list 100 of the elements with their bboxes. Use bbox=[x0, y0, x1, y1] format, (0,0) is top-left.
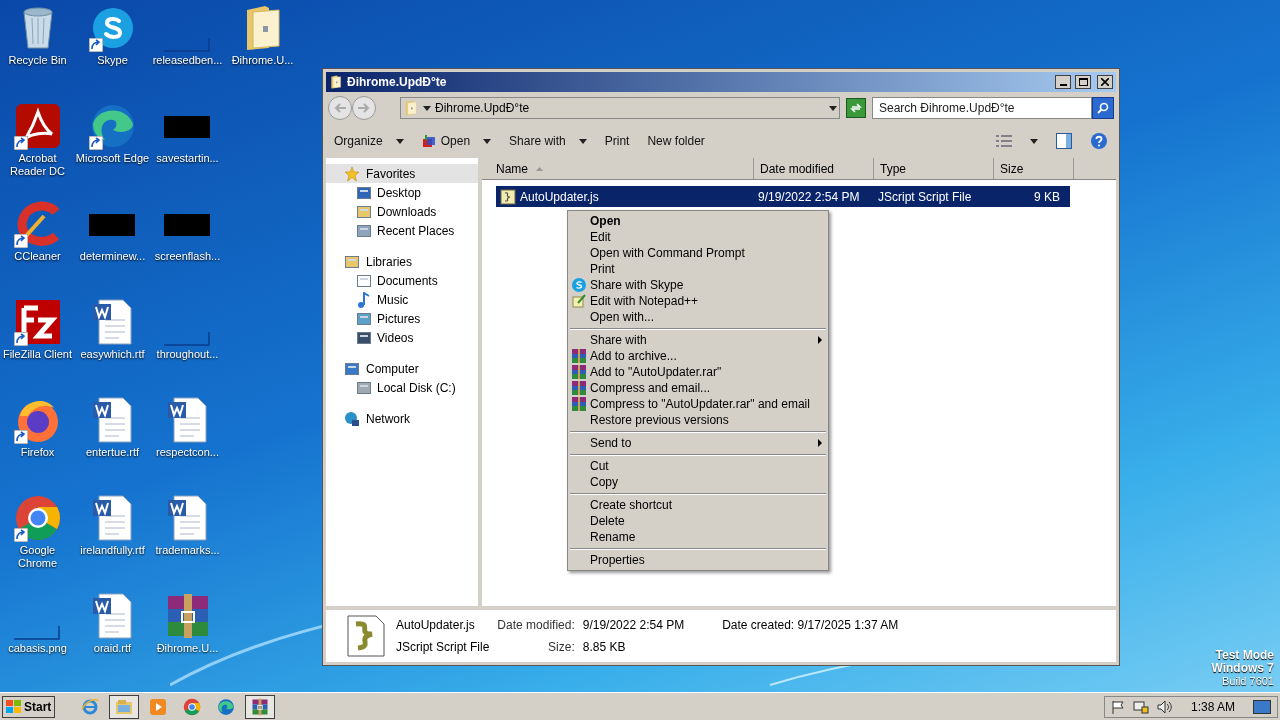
desktop-icon-label[interactable]: Skype bbox=[75, 54, 150, 67]
close-icon bbox=[1101, 78, 1109, 86]
folder-icon bbox=[403, 100, 419, 116]
menu-item[interactable]: Add to "AutoUpdater.rar" bbox=[568, 364, 828, 380]
toolbar-button[interactable]: New folder bbox=[647, 132, 705, 150]
menu-item[interactable]: Print bbox=[568, 261, 828, 277]
show-desktop-icon[interactable] bbox=[1253, 699, 1271, 714]
desktop-icon-label[interactable]: cabasis.png bbox=[0, 642, 75, 655]
taskbar-button[interactable] bbox=[109, 694, 140, 719]
desktop-icon-label[interactable]: Microsoft Edge bbox=[75, 152, 150, 165]
recent-places-icon bbox=[356, 222, 372, 239]
desktop-icon-label[interactable]: respectcon... bbox=[150, 446, 225, 459]
volume-icon[interactable] bbox=[1156, 699, 1173, 714]
desktop-icon-label[interactable]: screenflash... bbox=[150, 250, 225, 263]
column-header[interactable]: Date modified bbox=[754, 158, 874, 179]
details-value: 8.85 KB bbox=[582, 639, 627, 656]
music-note-icon bbox=[356, 291, 372, 308]
acrobat-icon bbox=[13, 102, 62, 150]
preview-pane-icon bbox=[1056, 133, 1072, 149]
desktop-icon-label[interactable]: Google Chrome bbox=[0, 544, 75, 570]
desktop-icon-label[interactable]: easywhich.rtf bbox=[75, 348, 150, 361]
nav-item[interactable]: Downloads bbox=[326, 202, 478, 221]
edge-icon bbox=[217, 697, 236, 716]
disk-drive-icon bbox=[356, 379, 372, 396]
menu-item[interactable]: Compress and email... bbox=[568, 380, 828, 396]
menu-item[interactable]: Compress to "AutoUpdater.rar" and email bbox=[568, 396, 828, 412]
desktop-icon-label[interactable]: Acrobat Reader DC bbox=[0, 152, 75, 178]
details-file-name: AutoUpdater.js bbox=[396, 617, 476, 634]
folder-icon bbox=[344, 253, 360, 270]
nav-group[interactable]: Libraries bbox=[326, 252, 478, 271]
start-button[interactable]: Start bbox=[2, 695, 56, 718]
nav-item[interactable]: Music bbox=[326, 290, 478, 309]
address-bar[interactable]: Đihrome.UpdÐ°te bbox=[400, 97, 840, 119]
flag-icon[interactable] bbox=[1110, 699, 1125, 714]
desktop-icon-label[interactable]: oraid.rtf bbox=[75, 642, 150, 655]
chrome-icon bbox=[183, 697, 202, 716]
desktop-icon-label[interactable]: Đihrome.U... bbox=[225, 54, 300, 67]
os-notice-text: Windows 7 bbox=[1211, 662, 1274, 675]
nav-item[interactable]: Pictures bbox=[326, 309, 478, 328]
column-header[interactable]: Name bbox=[482, 158, 754, 179]
minimize-button[interactable] bbox=[1055, 75, 1071, 89]
nav-group[interactable]: Favorites bbox=[326, 164, 478, 183]
menu-item[interactable]: Edit with Notepad++ bbox=[568, 293, 828, 309]
desktop-icon-label[interactable]: FileZilla Client bbox=[0, 348, 75, 361]
taskbar-button[interactable] bbox=[245, 694, 276, 719]
toolbar-button[interactable]: Share with bbox=[509, 132, 587, 150]
menu-item[interactable]: Rename bbox=[568, 529, 828, 545]
menu-item[interactable]: Copy bbox=[568, 474, 828, 490]
nav-item[interactable]: Desktop bbox=[326, 183, 478, 202]
nav-group[interactable]: Network bbox=[326, 409, 478, 428]
column-header[interactable]: Size bbox=[994, 158, 1074, 179]
desktop-icon-label[interactable]: trademarks... bbox=[150, 544, 225, 557]
menu-item[interactable]: Open with... bbox=[568, 309, 828, 325]
menu-item[interactable]: Open with Command Prompt bbox=[568, 245, 828, 261]
menu-item[interactable]: Share with Skype bbox=[568, 277, 828, 293]
menu-item[interactable]: Create shortcut bbox=[568, 497, 828, 513]
file-date: 9/19/2022 2:54 PM bbox=[757, 188, 861, 206]
file-size: 9 KB bbox=[1033, 188, 1061, 206]
close-button[interactable] bbox=[1097, 75, 1113, 89]
desktop-icon-label[interactable]: throughout... bbox=[150, 348, 225, 361]
menu-item[interactable]: Edit bbox=[568, 229, 828, 245]
maximize-button[interactable] bbox=[1075, 75, 1091, 89]
desktop-icon-label[interactable]: CCleaner bbox=[0, 250, 75, 263]
desktop-icon-label[interactable]: irelandfully.rtf bbox=[75, 544, 150, 557]
menu-item[interactable]: Send to bbox=[568, 435, 828, 451]
menu-item[interactable]: Share with bbox=[568, 332, 828, 348]
menu-item[interactable]: Add to archive... bbox=[568, 348, 828, 364]
toolbar-button[interactable]: Print bbox=[604, 132, 630, 150]
search-button[interactable] bbox=[1092, 97, 1114, 119]
search-icon bbox=[1097, 102, 1109, 114]
clock[interactable]: 1:38 AM bbox=[1190, 697, 1235, 716]
nav-item[interactable]: Documents bbox=[326, 271, 478, 290]
desktop-icon-label[interactable]: Recycle Bin bbox=[0, 54, 75, 67]
menu-item[interactable]: Restore previous versions bbox=[568, 412, 828, 428]
folder-icon bbox=[329, 75, 343, 89]
desktop-icon-label[interactable]: Firefox bbox=[0, 446, 75, 459]
nav-group[interactable]: Computer bbox=[326, 359, 478, 378]
toolbar-button[interactable]: Organize bbox=[334, 132, 404, 150]
network-icon[interactable] bbox=[1132, 699, 1149, 714]
winrar-archive-icon bbox=[572, 381, 586, 395]
file-row[interactable]: AutoUpdater.js 9/19/2022 2:54 PM JScript Script File 9 KB bbox=[496, 186, 1070, 207]
desktop-icon-label[interactable]: determinew... bbox=[75, 250, 150, 263]
nav-item[interactable]: Videos bbox=[326, 328, 478, 347]
nav-item[interactable]: Recent Places bbox=[326, 221, 478, 240]
desktop-icon-label[interactable]: entertue.rtf bbox=[75, 446, 150, 459]
window-title: Đihrome.UpdÐ°te bbox=[347, 74, 448, 91]
chrome-icon bbox=[13, 494, 62, 542]
nav-item[interactable]: Local Disk (C:) bbox=[326, 378, 478, 397]
menu-item[interactable]: Properties bbox=[568, 552, 828, 568]
computer-icon bbox=[344, 360, 360, 377]
address-text: Đihrome.UpdÐ°te bbox=[435, 100, 531, 117]
menu-item[interactable]: Open bbox=[568, 213, 828, 229]
column-header[interactable]: Type bbox=[874, 158, 994, 179]
refresh-button[interactable] bbox=[846, 98, 866, 118]
toolbar-button[interactable]: Open bbox=[421, 132, 492, 150]
menu-item[interactable]: Delete bbox=[568, 513, 828, 529]
desktop-icon-label[interactable]: releasedben... bbox=[150, 54, 225, 67]
search-field[interactable]: Search Đihrome.UpdÐ°te bbox=[872, 97, 1092, 119]
desktop-icon-label[interactable]: savestartin... bbox=[150, 152, 225, 165]
menu-item[interactable]: Cut bbox=[568, 458, 828, 474]
